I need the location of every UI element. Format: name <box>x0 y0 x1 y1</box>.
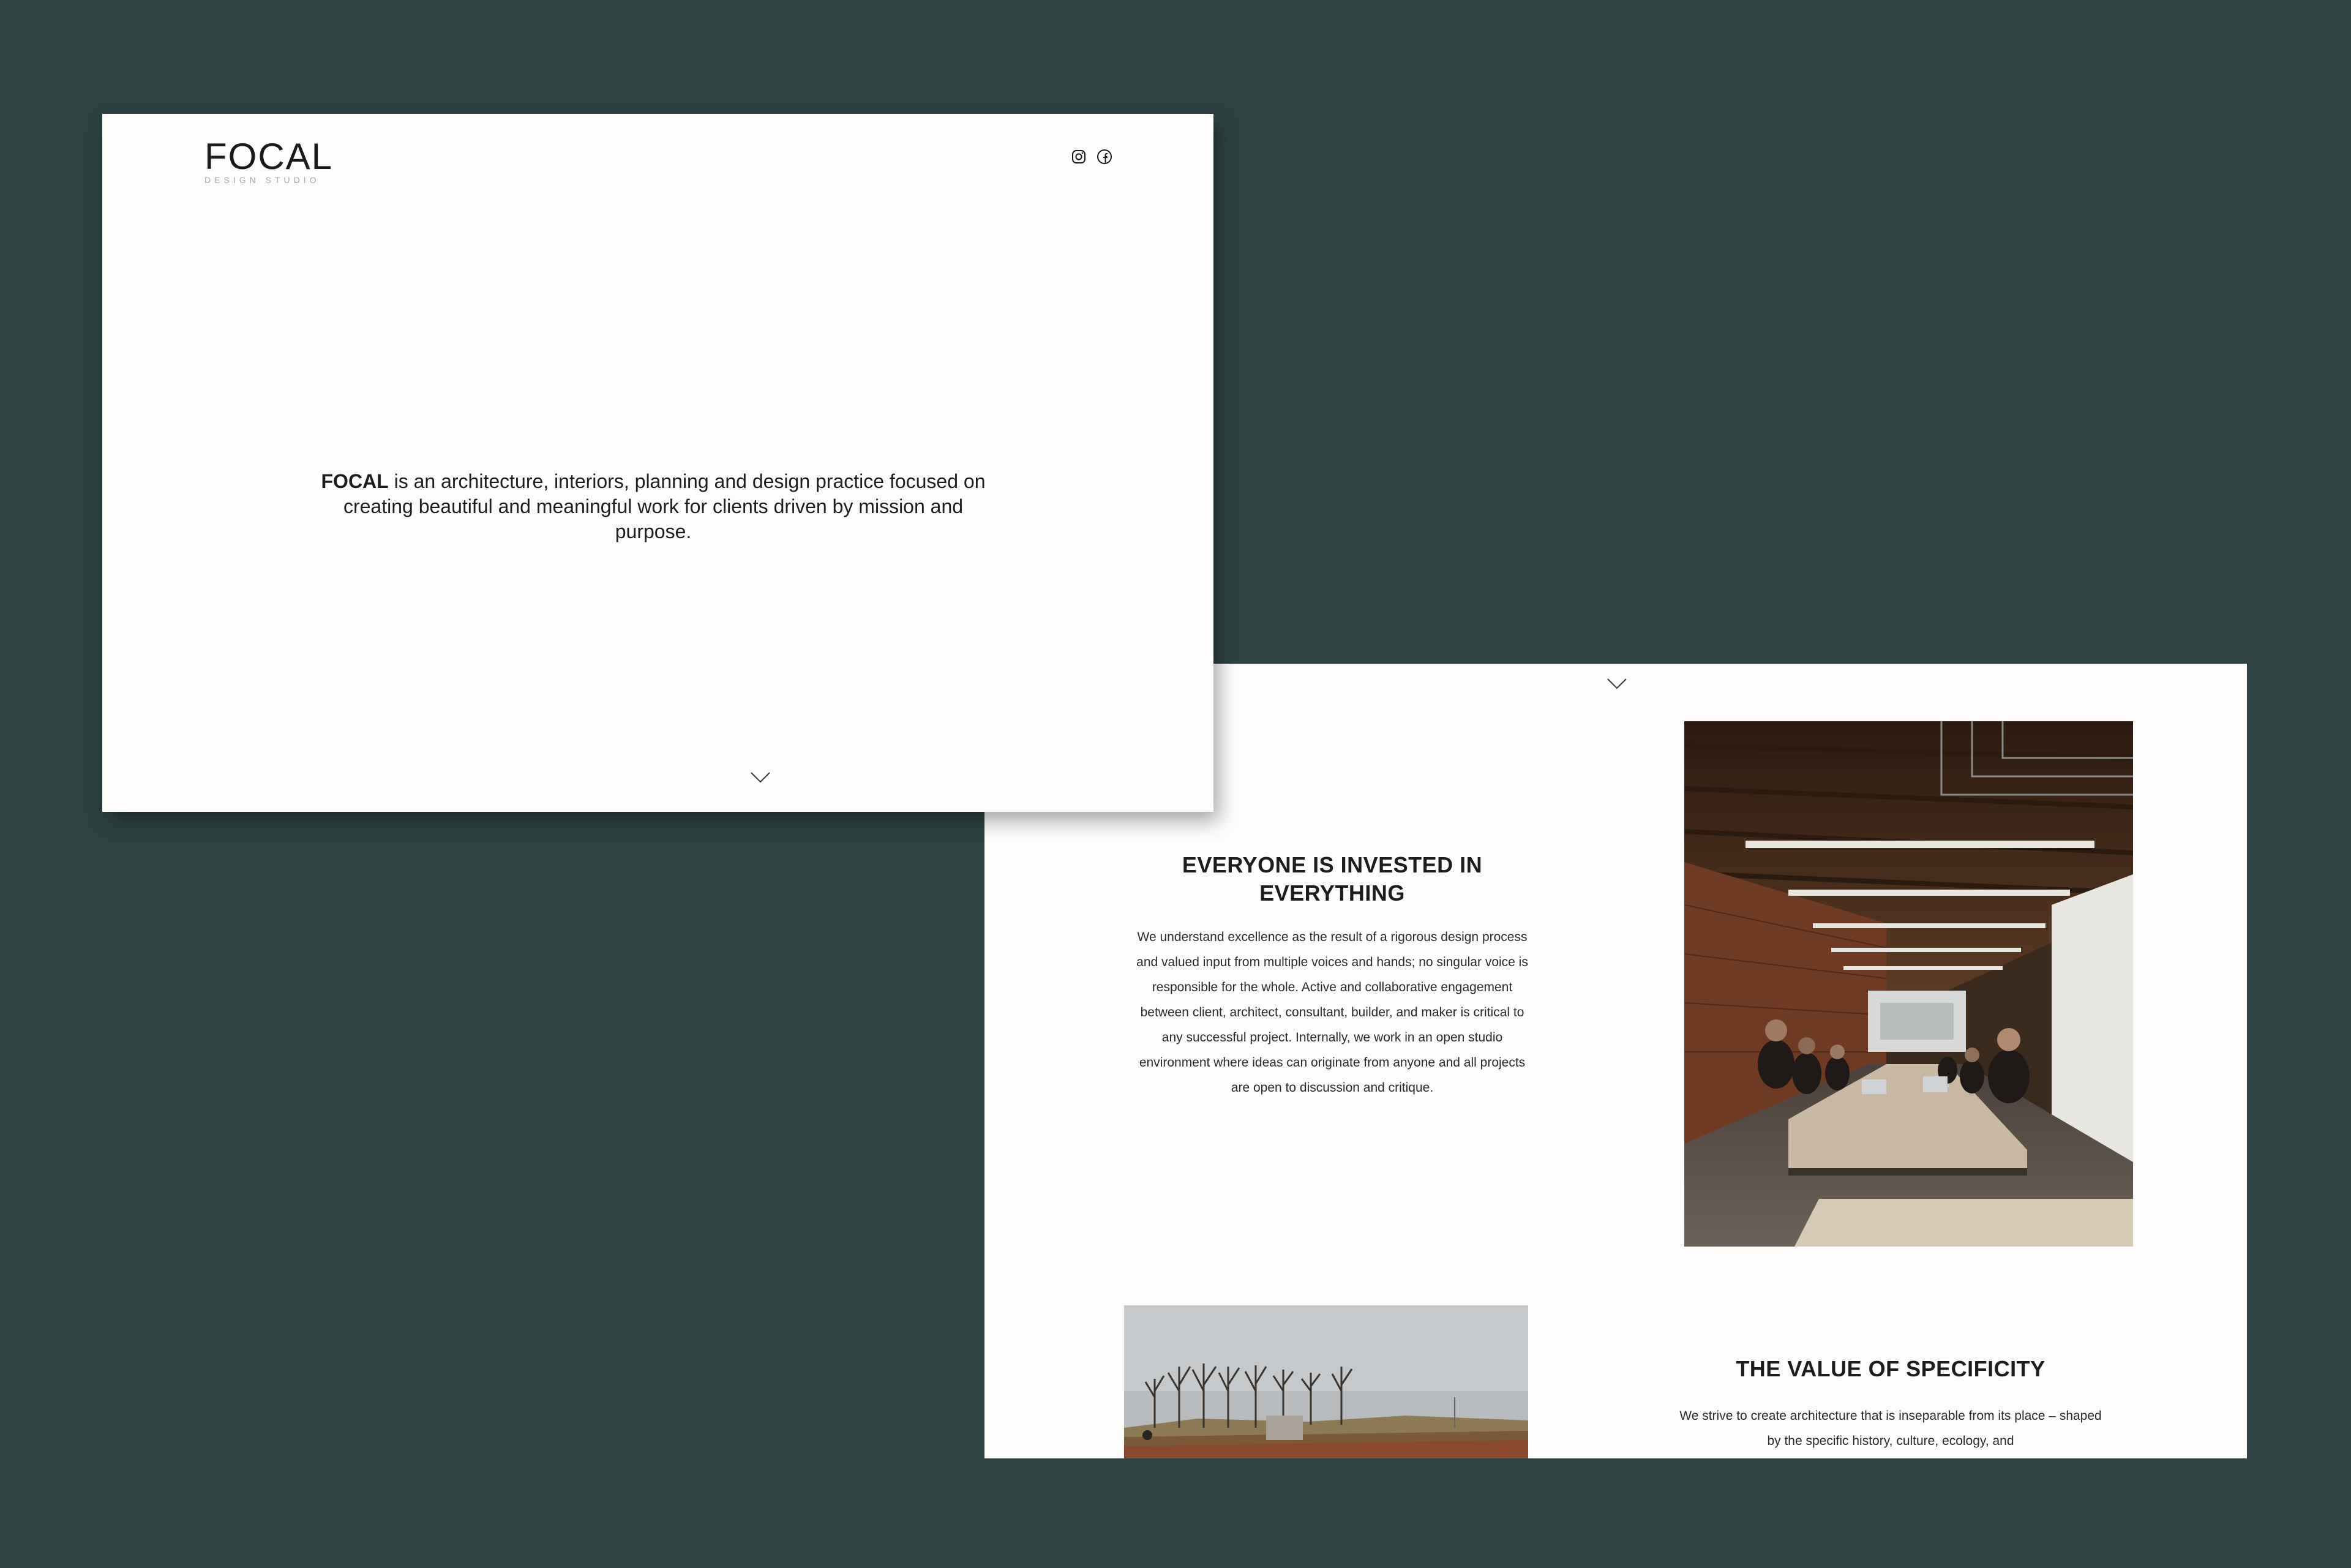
intro-text: is an architecture, interiors, planning … <box>343 470 986 542</box>
section-body-invested: We understand excellence as the result o… <box>1136 930 1528 1095</box>
chevron-down-icon[interactable] <box>750 771 771 784</box>
chevron-down-icon[interactable] <box>1607 678 1627 690</box>
intro-brand: FOCAL <box>321 470 389 492</box>
focal-logo[interactable]: FOCAL DESIGN STUDIO <box>204 136 334 186</box>
intro-statement: FOCAL is an architecture, interiors, pla… <box>310 469 996 544</box>
studio-office-photo <box>1684 721 2133 1247</box>
logo-wordmark: FOCAL <box>204 136 334 177</box>
facebook-icon[interactable] <box>1095 148 1114 166</box>
section-body-specificity: We strive to create architecture that is… <box>1679 1409 2102 1448</box>
section-title-specificity: THE VALUE OF SPECIFICITY <box>1736 1356 2045 1381</box>
section-title-invested: EVERYONE IS INVESTED IN EVERYTHING <box>1182 852 1483 906</box>
instagram-icon[interactable] <box>1070 148 1088 166</box>
logo-subtitle: DESIGN STUDIO <box>204 175 320 185</box>
social-links <box>1070 148 1114 166</box>
prairie-landscape-photo <box>1124 1305 1528 1458</box>
homepage-hero-panel: FOCAL DESIGN STUDIO FOCAL is an architec… <box>102 114 1213 812</box>
